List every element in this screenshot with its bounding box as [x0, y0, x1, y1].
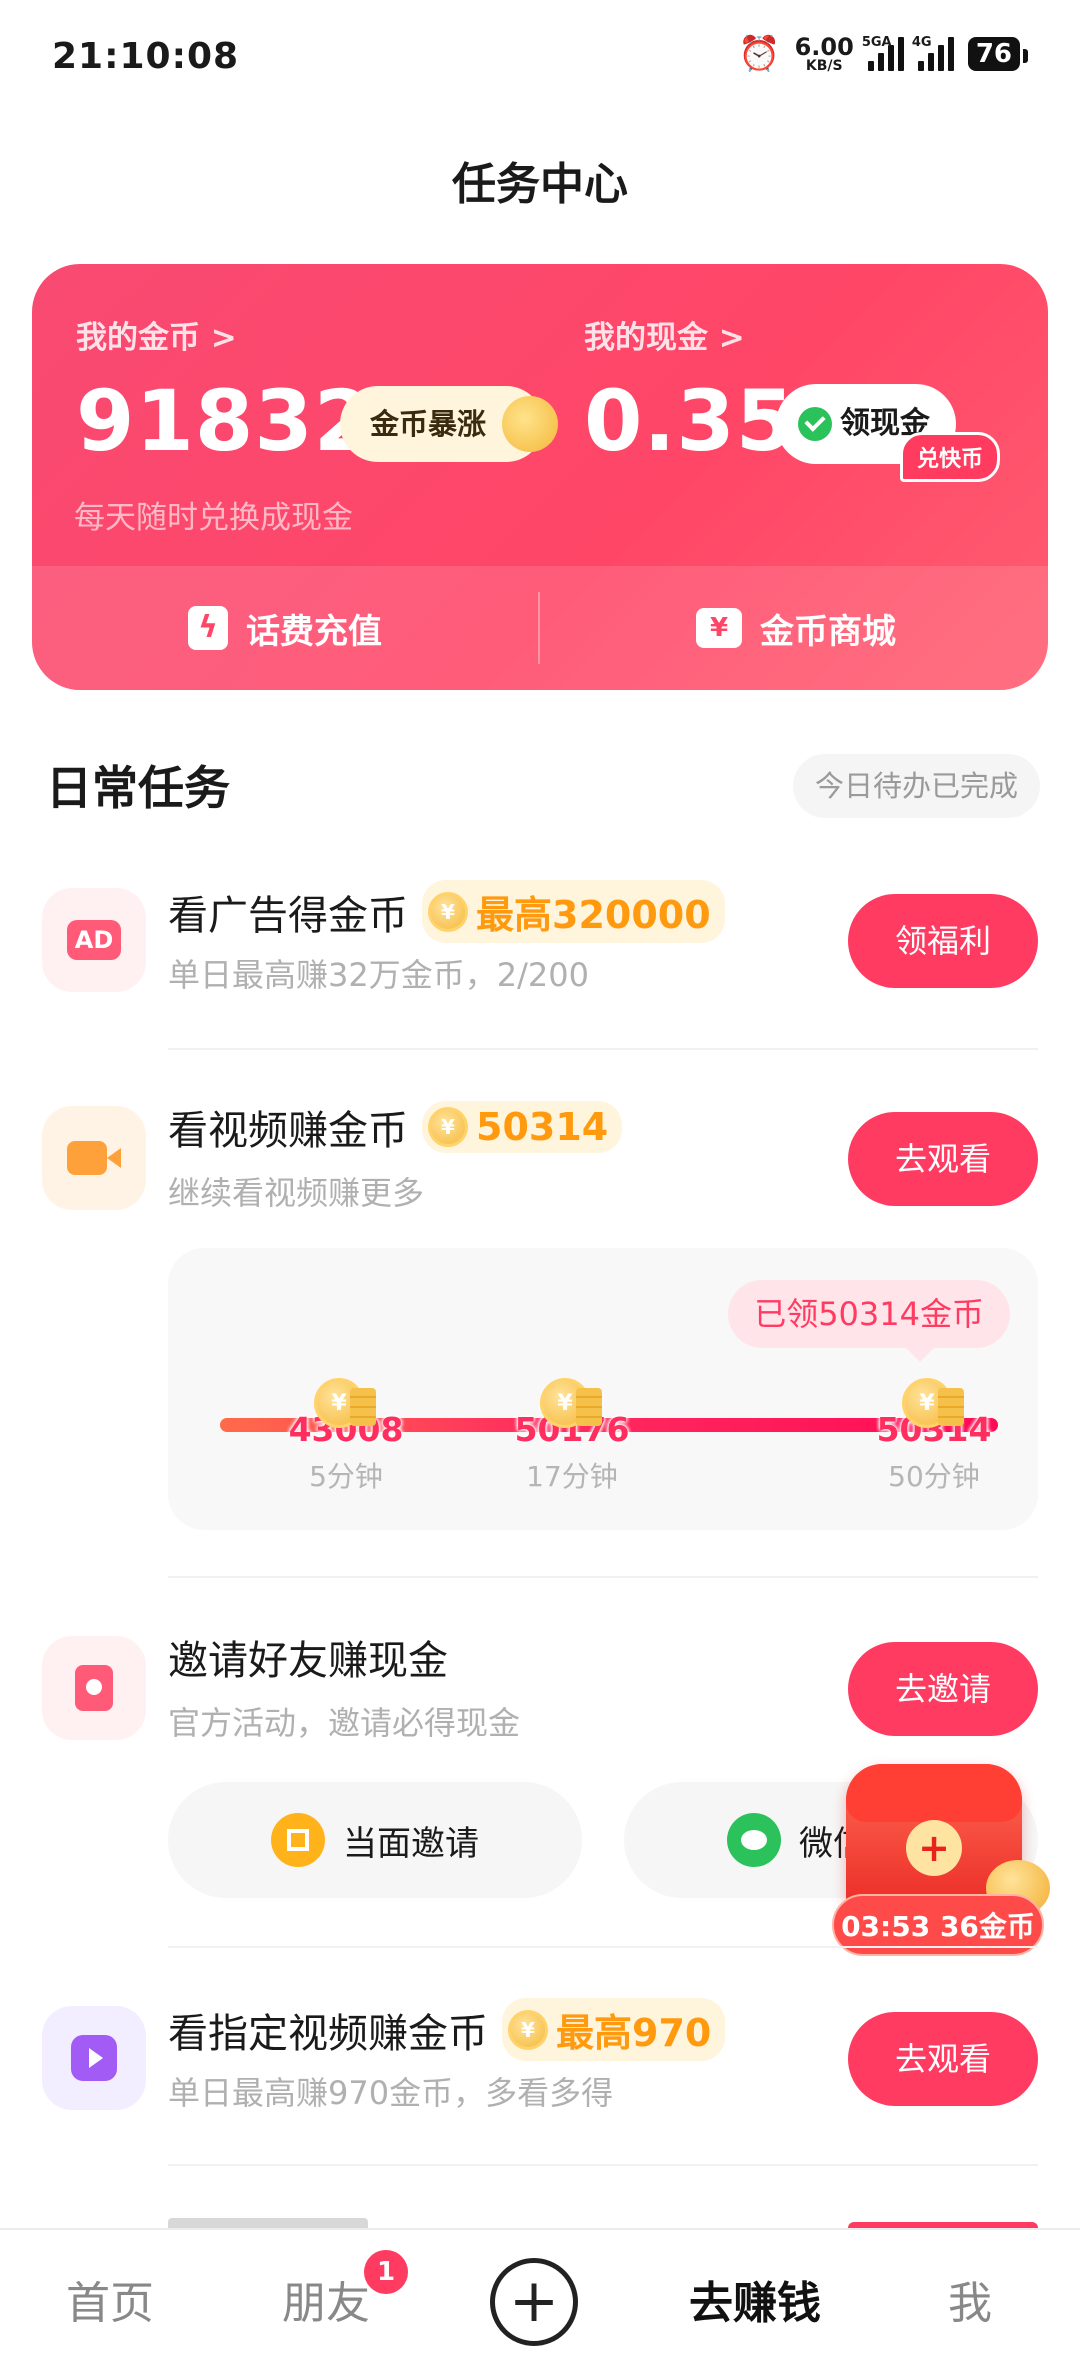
task-name: 邀请好友赚现金	[168, 1638, 448, 1684]
phone-topup-label: 话费充值	[246, 611, 382, 652]
coin-icon: ¥	[428, 1107, 468, 1147]
milestone-time: 5分钟	[309, 1460, 383, 1493]
coin-boost-badge[interactable]: 金币暴涨	[340, 386, 559, 462]
page-title: 任务中心	[452, 159, 628, 210]
watch-specified-button[interactable]: 去观看	[848, 2012, 1038, 2106]
signal-4g-icon: 4G	[912, 35, 954, 71]
cash-value[interactable]: 0.35	[584, 372, 795, 470]
milestone-time: 17分钟	[526, 1460, 618, 1493]
task-desc: 继续看视频赚更多	[168, 1174, 425, 1212]
milestone-time: 50分钟	[888, 1460, 980, 1493]
play-icon	[42, 2006, 146, 2110]
reward-badge: ¥ 最高320000	[422, 880, 725, 943]
shop-icon: ¥	[696, 608, 742, 648]
reward-badge: ¥ 最高970	[502, 1998, 726, 2061]
coin-mall-button[interactable]: ¥ 金币商城	[696, 566, 896, 690]
coin-icon: ¥	[428, 891, 468, 932]
scan-icon	[271, 1813, 325, 1867]
watch-button[interactable]: 去观看	[848, 1112, 1038, 1206]
task-desc: 单日最高赚32万金币，2/200	[168, 956, 589, 994]
face-to-face-invite-button[interactable]: 当面邀请	[168, 1782, 582, 1898]
coin-mall-label: 金币商城	[760, 611, 896, 652]
wechat-icon	[727, 1813, 781, 1867]
lightning-icon: ϟ	[188, 606, 228, 650]
coin-icon: ¥	[508, 2009, 548, 2050]
divider	[168, 2164, 1038, 2166]
task-name: 看视频赚金币	[168, 1108, 408, 1154]
wallet-shortcuts: ϟ 话费充值 ¥ 金币商城	[32, 566, 1048, 690]
claim-bonus-button[interactable]: 领福利	[848, 894, 1038, 988]
daily-status-chip: 今日待办已完成	[792, 754, 1040, 818]
coin-stack-icon: ¥	[540, 1378, 604, 1428]
status-time: 21:10:08	[52, 36, 240, 77]
nav-me[interactable]: 我	[920, 2230, 1020, 2378]
battery-indicator: 76	[967, 37, 1029, 71]
coin-stack-icon: ¥	[314, 1378, 378, 1428]
phone-topup-button[interactable]: ϟ 话费充值	[188, 566, 382, 690]
milestone: ¥ 43008 5分钟	[266, 1378, 426, 1495]
shortcut-divider	[538, 592, 540, 664]
status-bar: 21:10:08 ⏰ 6.00 KB/S 5GA 4G 76	[0, 0, 1080, 110]
nav-earn[interactable]: 去赚钱	[660, 2230, 850, 2378]
wallet-card: 我的金币 > 91832 金币暴涨 我的现金 > 0.35 领现金 每天随时兑换…	[32, 264, 1048, 690]
coin-boost-label: 金币暴涨	[370, 407, 487, 441]
task-name: 看广告得金币	[168, 892, 408, 939]
coin-stack-icon: ¥	[902, 1378, 966, 1428]
divider	[168, 1048, 1038, 1050]
task-desc: 单日最高赚970金币，多看多得	[168, 2074, 614, 2112]
plus-icon: +	[906, 1820, 962, 1876]
reward-badge: ¥ 50314	[422, 1101, 623, 1153]
signal-5g-icon: 5GA	[862, 35, 904, 71]
network-speed: 6.00 KB/S	[794, 33, 854, 74]
divider	[168, 1576, 1038, 1578]
video-camera-icon	[42, 1106, 146, 1210]
task-name: 看指定视频赚金币	[168, 2010, 488, 2057]
exchange-tag: 兑快币	[899, 432, 1000, 482]
wechat-check-icon	[798, 407, 832, 441]
coin-up-icon	[502, 396, 559, 452]
nav-home[interactable]: 首页	[40, 2230, 180, 2378]
video-progress-panel: 已领50314金币 ¥ 43008 5分钟 ¥ 50176 17分钟 ¥ 503…	[168, 1248, 1038, 1530]
ad-icon: AD	[42, 888, 146, 992]
friends-notification-badge: 1	[364, 2250, 408, 2294]
milestone: ¥ 50176 17分钟	[492, 1378, 652, 1495]
coins-value[interactable]: 91832	[76, 372, 373, 470]
divider	[168, 1946, 1038, 1948]
daily-tasks-title: 日常任务	[46, 761, 230, 815]
bottom-nav: 首页 朋友 1 + 去赚钱 我	[0, 2228, 1080, 2378]
task-desc: 官方活动，邀请必得现金	[168, 1704, 521, 1742]
claimed-tip: 已领50314金币	[728, 1280, 1010, 1362]
milestone: ¥ 50314 50分钟	[854, 1378, 1014, 1495]
create-plus-button[interactable]: +	[490, 2258, 578, 2346]
alarm-icon: ⏰	[738, 34, 781, 74]
my-coins-link[interactable]: 我的金币 >	[76, 312, 237, 357]
my-cash-link[interactable]: 我的现金 >	[584, 312, 745, 357]
wallet-subtitle: 每天随时兑换成现金	[74, 500, 353, 536]
red-envelope-icon	[42, 1636, 146, 1740]
invite-button[interactable]: 去邀请	[848, 1642, 1038, 1736]
face-to-face-invite-label: 当面邀请	[343, 1823, 479, 1864]
floating-red-packet[interactable]: + 03:53 36金币	[832, 1764, 1050, 1964]
next-task-peek	[168, 2212, 398, 2228]
